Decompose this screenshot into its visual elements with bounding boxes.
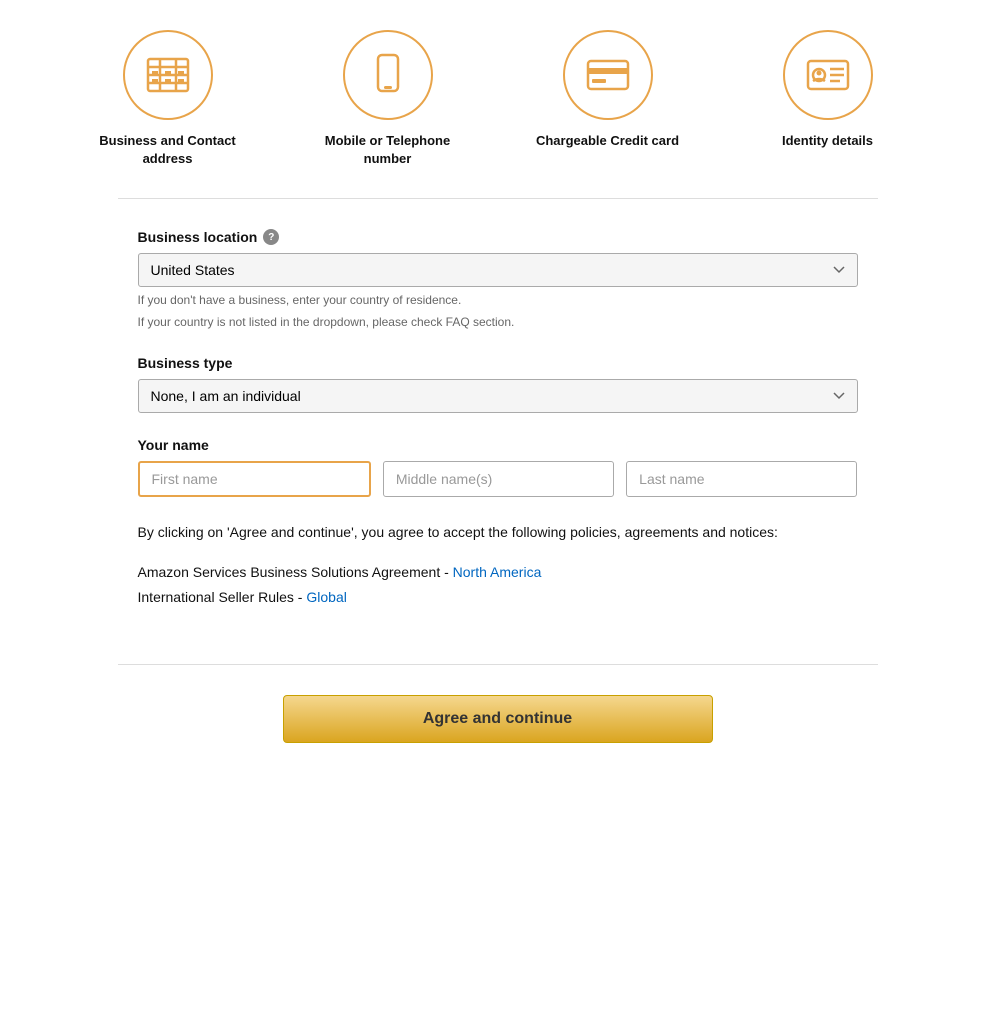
steps-header: Business and Contact address Mobile or T… xyxy=(0,0,995,188)
step-icon-circle-card xyxy=(563,30,653,120)
business-location-label: Business location ? xyxy=(138,229,858,245)
first-name-input[interactable] xyxy=(138,461,371,497)
policy-links: Amazon Services Business Solutions Agree… xyxy=(138,560,858,610)
last-name-input[interactable] xyxy=(626,461,857,497)
step-icon-circle-identity xyxy=(783,30,873,120)
agree-continue-button[interactable]: Agree and continue xyxy=(283,695,713,743)
business-location-hint1: If you don't have a business, enter your… xyxy=(138,291,858,309)
step-phone: Mobile or Telephone number xyxy=(308,30,468,168)
business-type-select[interactable]: None, I am an individual xyxy=(138,379,858,413)
policy-text: By clicking on 'Agree and continue', you… xyxy=(138,521,858,543)
business-location-hint2: If your country is not listed in the dro… xyxy=(138,313,858,331)
bottom-divider xyxy=(118,664,878,665)
business-location-select[interactable]: United States xyxy=(138,253,858,287)
name-fields xyxy=(138,461,858,497)
building-icon xyxy=(144,51,192,99)
step-label-card: Chargeable Credit card xyxy=(536,132,679,150)
top-divider xyxy=(118,198,878,199)
step-icon-circle-business xyxy=(123,30,213,120)
cta-area: Agree and continue xyxy=(118,695,878,783)
agreement2-text: International Seller Rules - xyxy=(138,589,307,605)
business-location-group: Business location ? United States If you… xyxy=(138,229,858,331)
agreement2-line: International Seller Rules - Global xyxy=(138,585,858,610)
agreement1-text: Amazon Services Business Solutions Agree… xyxy=(138,564,453,580)
step-label-business: Business and Contact address xyxy=(88,132,248,168)
step-credit-card: Chargeable Credit card xyxy=(528,30,688,168)
middle-name-input[interactable] xyxy=(383,461,614,497)
page-wrapper: Business and Contact address Mobile or T… xyxy=(0,0,995,1024)
your-name-label: Your name xyxy=(138,437,858,453)
business-type-label: Business type xyxy=(138,355,858,371)
credit-card-icon xyxy=(584,51,632,99)
agreement1-line: Amazon Services Business Solutions Agree… xyxy=(138,560,858,585)
step-icon-circle-phone xyxy=(343,30,433,120)
business-type-group: Business type None, I am an individual xyxy=(138,355,858,413)
identity-icon xyxy=(804,51,852,99)
form-section: Business location ? United States If you… xyxy=(118,229,878,634)
agreement1-link[interactable]: North America xyxy=(453,564,542,580)
phone-icon xyxy=(364,51,412,99)
policy-group: By clicking on 'Agree and continue', you… xyxy=(138,521,858,610)
step-label-phone: Mobile or Telephone number xyxy=(308,132,468,168)
step-label-identity: Identity details xyxy=(782,132,873,150)
agreement2-link[interactable]: Global xyxy=(306,589,346,605)
step-identity: Identity details xyxy=(748,30,908,168)
your-name-group: Your name xyxy=(138,437,858,497)
help-icon-business-location[interactable]: ? xyxy=(263,229,279,245)
step-business-contact: Business and Contact address xyxy=(88,30,248,168)
